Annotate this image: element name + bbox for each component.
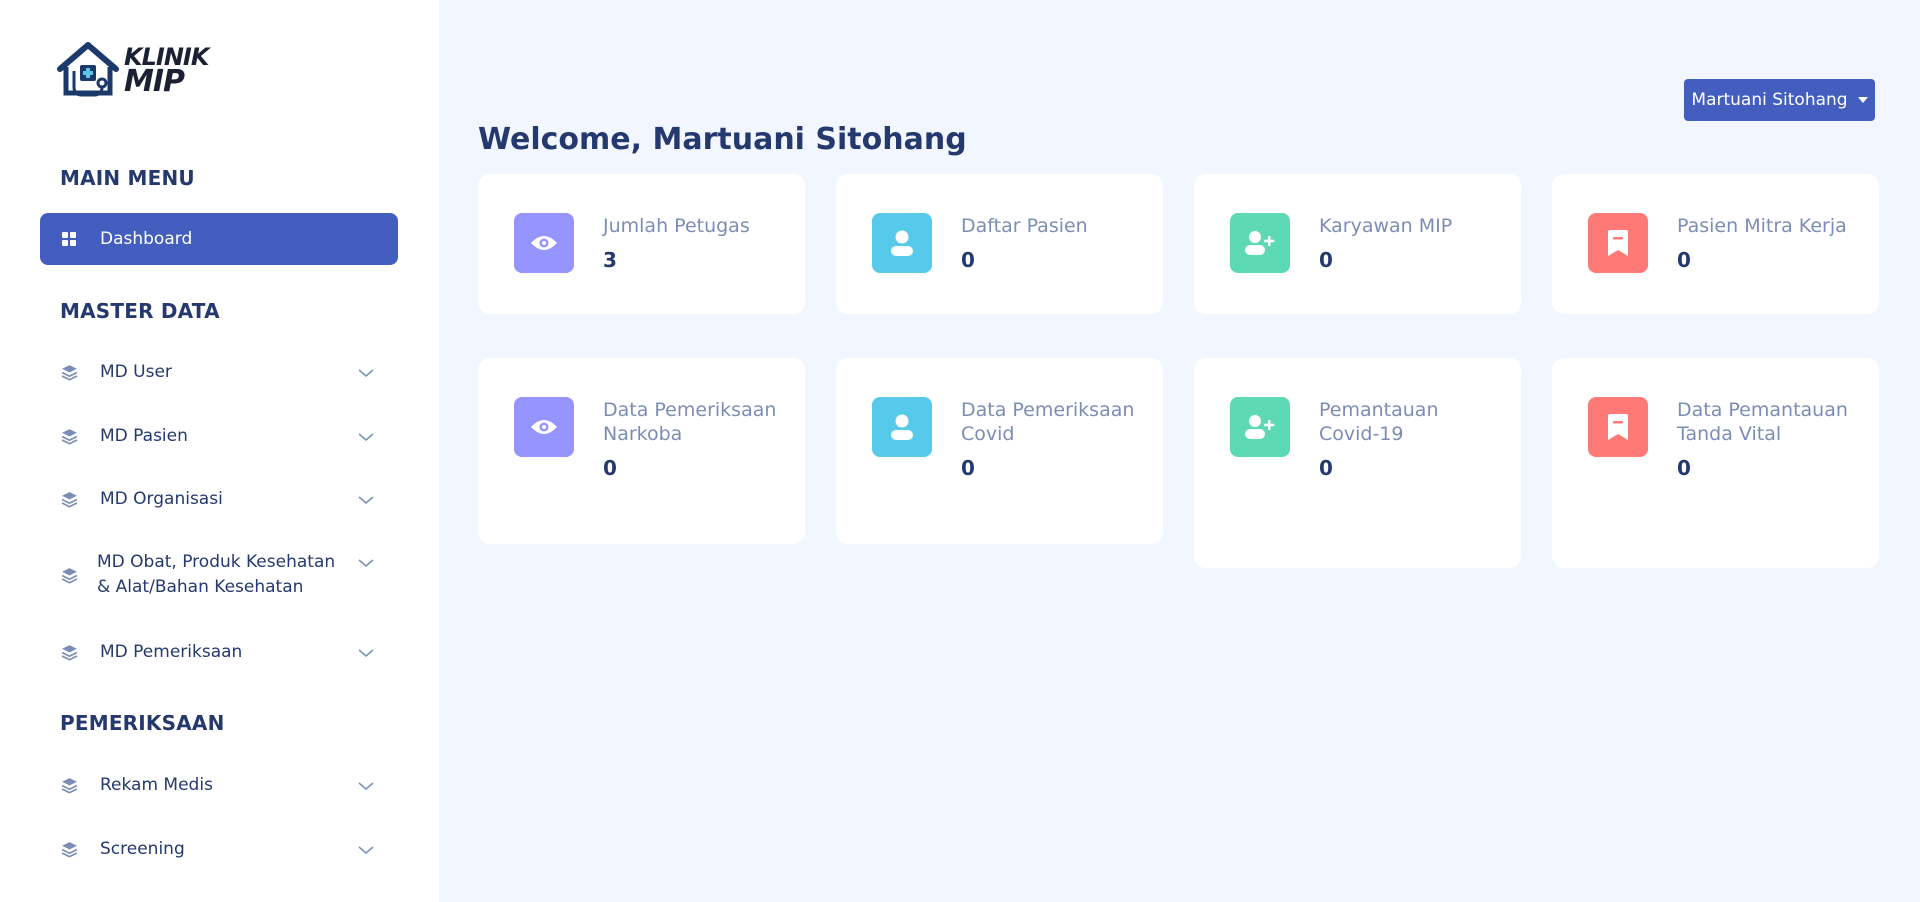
chevron-down-icon xyxy=(358,432,374,441)
chevron-down-icon xyxy=(358,648,374,657)
user-dropdown-button[interactable]: Martuani Sitohang xyxy=(1684,79,1875,121)
card-title: Data Pemeriksaan Covid xyxy=(961,399,1135,445)
layers-icon xyxy=(60,644,78,662)
house-stethoscope-icon xyxy=(57,42,119,97)
card-title: Pemantauan Covid-19 xyxy=(1319,399,1439,445)
card-title: Jumlah Petugas xyxy=(603,215,750,237)
logo-text: KLINIK MIP xyxy=(124,45,209,100)
sidebar-item-label: MD Obat, Produk Kesehatan & Alat/Bahan K… xyxy=(97,552,336,597)
stat-card-data-pemeriksaan-narkoba[interactable]: Data Pemeriksaan Narkoba 0 xyxy=(478,358,805,544)
eye-icon xyxy=(514,397,574,457)
logo-line-2: MIP xyxy=(124,64,185,100)
layers-icon xyxy=(60,428,78,446)
stat-card-data-pemeriksaan-covid[interactable]: Data Pemeriksaan Covid 0 xyxy=(836,358,1163,544)
clinic-logo[interactable]: KLINIK MIP xyxy=(54,40,224,102)
sidebar-item-screening[interactable]: Screening xyxy=(40,837,398,862)
sidebar-item-md-user[interactable]: MD User xyxy=(40,360,398,385)
card-title: Karyawan MIP xyxy=(1319,215,1453,237)
section-title-master-data: MASTER DATA xyxy=(60,299,220,323)
stat-card-data-pemantauan-tanda-vital[interactable]: Data Pemantauan Tanda Vital 0 xyxy=(1552,358,1879,568)
layers-icon xyxy=(60,491,78,509)
sidebar-item-dashboard[interactable]: Dashboard xyxy=(40,213,398,265)
card-value: 0 xyxy=(1677,456,1691,480)
bookmark-icon xyxy=(1588,213,1648,273)
layers-icon xyxy=(60,841,78,859)
eye-icon xyxy=(514,213,574,273)
card-value: 0 xyxy=(961,456,975,480)
stat-card-jumlah-petugas[interactable]: Jumlah Petugas 3 xyxy=(478,174,805,314)
chevron-down-icon xyxy=(358,495,374,504)
stat-card-daftar-pasien[interactable]: Daftar Pasien 0 xyxy=(836,174,1163,314)
sidebar-item-label: MD Organisasi xyxy=(100,489,223,509)
grid-icon xyxy=(60,230,78,248)
sidebar-item-label: MD Pemeriksaan xyxy=(100,642,243,662)
card-value: 0 xyxy=(1319,248,1333,272)
card-value: 0 xyxy=(1677,248,1691,272)
caret-down-icon xyxy=(1857,97,1868,103)
card-value: 0 xyxy=(1319,456,1333,480)
card-title: Data Pemantauan Tanda Vital xyxy=(1677,399,1848,445)
sidebar-item-label: Dashboard xyxy=(100,228,193,249)
layers-icon xyxy=(60,364,78,382)
chevron-down-icon xyxy=(358,559,374,567)
card-value: 0 xyxy=(603,456,617,480)
page-title: Welcome, Martuani Sitohang xyxy=(478,122,967,157)
section-title-main-menu: MAIN MENU xyxy=(60,166,195,190)
sidebar-item-md-organisasi[interactable]: MD Organisasi xyxy=(40,487,398,512)
sidebar-item-md-pasien[interactable]: MD Pasien xyxy=(40,424,398,449)
user-icon xyxy=(872,213,932,273)
card-title: Data Pemeriksaan Narkoba xyxy=(603,399,777,445)
sidebar: KLINIK MIP MAIN MENU Dashboard MASTER DA… xyxy=(0,0,439,902)
layers-icon xyxy=(60,777,78,795)
layers-icon xyxy=(60,566,78,584)
sidebar-item-label: Rekam Medis xyxy=(100,775,213,795)
sidebar-item-label: Screening xyxy=(100,839,185,859)
card-value: 0 xyxy=(961,248,975,272)
bookmark-icon xyxy=(1588,397,1648,457)
section-title-pemeriksaan: PEMERIKSAAN xyxy=(60,711,225,735)
user-plus-icon xyxy=(1230,213,1290,273)
stat-card-pasien-mitra-kerja[interactable]: Pasien Mitra Kerja 0 xyxy=(1552,174,1879,314)
user-name: Martuani Sitohang xyxy=(1691,90,1848,110)
sidebar-item-md-pemeriksaan[interactable]: MD Pemeriksaan xyxy=(40,640,398,665)
sidebar-item-label: MD Pasien xyxy=(100,426,188,446)
chevron-down-icon xyxy=(358,781,374,790)
card-value: 3 xyxy=(603,248,617,272)
user-icon xyxy=(872,397,932,457)
chevron-down-icon xyxy=(358,368,374,377)
card-title: Daftar Pasien xyxy=(961,215,1088,237)
stat-card-karyawan-mip[interactable]: Karyawan MIP 0 xyxy=(1194,174,1521,314)
user-plus-icon xyxy=(1230,397,1290,457)
card-title: Pasien Mitra Kerja xyxy=(1677,215,1847,237)
sidebar-item-md-obat[interactable]: MD Obat, Produk Kesehatan & Alat/Bahan K… xyxy=(40,550,398,600)
sidebar-item-label: MD User xyxy=(100,362,172,382)
chevron-down-icon xyxy=(358,845,374,854)
sidebar-item-rekam-medis[interactable]: Rekam Medis xyxy=(40,773,398,798)
stat-card-pemantauan-covid-19[interactable]: Pemantauan Covid-19 0 xyxy=(1194,358,1521,568)
